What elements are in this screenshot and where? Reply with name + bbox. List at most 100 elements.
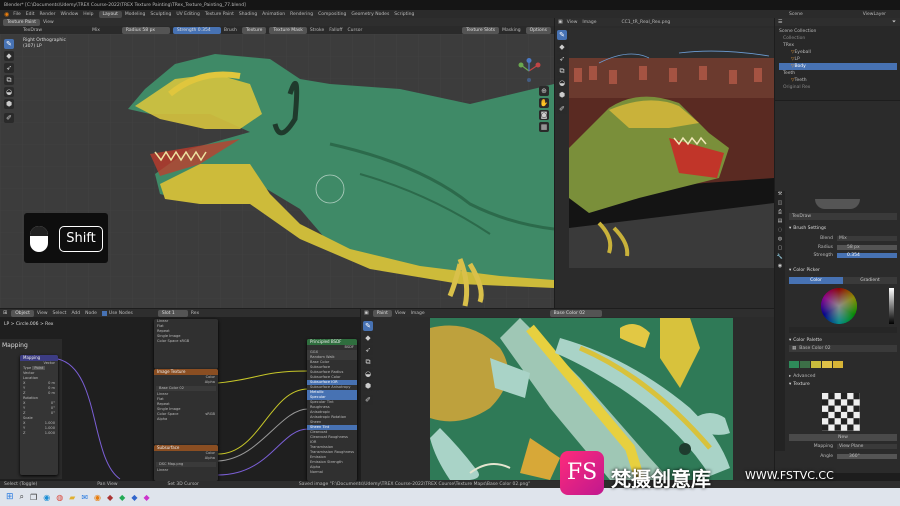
tab-texture-paint[interactable]: Texture Paint <box>205 12 234 17</box>
tab-geometry-nodes[interactable]: Geometry Nodes <box>351 12 389 17</box>
value-slider[interactable] <box>889 288 894 324</box>
app-icon[interactable]: ◆ <box>143 493 149 502</box>
viewport-3d[interactable]: Texture Paint View TexDraw Mix Radius 58… <box>0 18 554 308</box>
app-icon[interactable]: ◆ <box>107 493 113 502</box>
image-clone-icon[interactable]: ⧉ <box>557 66 567 76</box>
image-texture-node-base[interactable]: Image Texture Color Alpha Base Color 02 … <box>154 369 218 445</box>
image-texture-node-subsurface[interactable]: Subsurface Color Alpha DSC Map.png Linea… <box>154 445 218 481</box>
tab-sculpting[interactable]: Sculpting <box>150 12 171 17</box>
outliner-item-lp[interactable]: ▽ LP <box>779 56 897 63</box>
bsdf-input[interactable]: Normal <box>307 470 357 475</box>
uv-image-menu[interactable]: Image <box>411 311 425 316</box>
tab-uv-editing[interactable]: UV Editing <box>176 12 199 17</box>
app-icon[interactable]: ◆ <box>131 493 137 502</box>
material-tab-icon[interactable]: ◉ <box>775 263 785 272</box>
texture-new-button[interactable]: New <box>789 434 897 441</box>
navigation-gizmo[interactable] <box>516 58 542 84</box>
swatch[interactable] <box>811 361 821 368</box>
view-layer[interactable]: ViewLayer <box>863 12 886 17</box>
menu-help[interactable]: Help <box>83 12 93 17</box>
image-file-name[interactable]: CC1_tR_Real_Rex.png <box>622 20 671 25</box>
uv-mode-select[interactable]: Paint <box>372 309 392 317</box>
outliner-item-body[interactable]: ▽ Body <box>779 63 897 70</box>
grid-icon[interactable]: ▦ <box>539 122 549 132</box>
trex-model[interactable] <box>0 34 554 308</box>
swatch[interactable] <box>789 361 799 368</box>
draw-tool-icon[interactable]: ✎ <box>4 39 14 49</box>
uv-clone-icon[interactable]: ⧉ <box>363 357 373 367</box>
image-smear-icon[interactable]: ➶ <box>557 54 567 64</box>
brush-preview[interactable] <box>815 199 860 209</box>
image-node-file[interactable]: Base Color 02 <box>156 386 216 391</box>
texture-slots-menu[interactable]: Texture Slots <box>462 26 500 34</box>
blend-dropdown[interactable]: Mix <box>837 236 897 241</box>
cursor-menu[interactable]: Cursor <box>348 28 363 33</box>
texture-menu[interactable]: Texture <box>241 26 267 34</box>
tab-shading[interactable]: Shading <box>239 12 257 17</box>
texture-panel[interactable]: ▾ Texture <box>789 381 897 388</box>
camera-icon[interactable]: ◙ <box>539 110 549 120</box>
tab-modeling[interactable]: Modeling <box>125 12 145 17</box>
uv-draw-tool-icon[interactable]: ✎ <box>363 321 373 331</box>
outliner-item-collection[interactable]: Collection <box>779 35 897 42</box>
uv-editor-type-icon[interactable]: ▣ <box>364 310 369 316</box>
texture-preview[interactable] <box>822 393 860 431</box>
advanced-panel[interactable]: ▸ Advanced <box>789 373 897 380</box>
view-layer-tab-icon[interactable]: ▤ <box>775 218 785 227</box>
principled-bsdf-node[interactable]: Principled BSDF BSDF GGX Random Walk Bas… <box>307 339 357 481</box>
brush-selector[interactable]: TexDraw <box>789 213 897 220</box>
image-fill-icon[interactable]: ◒ <box>557 78 567 88</box>
world-tab-icon[interactable]: ◍ <box>775 236 785 245</box>
frame-node[interactable]: Linear Flat Repeat Single Image Color Sp… <box>154 319 218 369</box>
scene-tab-icon[interactable]: ◌ <box>775 227 785 236</box>
tab-layout[interactable]: Layout <box>98 10 122 18</box>
stroke-menu[interactable]: Stroke <box>310 28 324 33</box>
modifier-tab-icon[interactable]: 🔧 <box>775 254 785 263</box>
outliner-item-teeth[interactable]: Teeth <box>779 70 897 77</box>
output-tab-icon[interactable]: ⎙ <box>775 209 785 218</box>
soften-tool-icon[interactable]: ◆ <box>4 51 14 61</box>
brush-name[interactable]: TexDraw <box>23 28 42 33</box>
prop-radius-field[interactable]: 58 px <box>837 245 897 250</box>
menu-window[interactable]: Window <box>61 12 79 17</box>
uv-mask-icon[interactable]: ⬢ <box>363 381 373 391</box>
uv-smear-icon[interactable]: ➶ <box>363 345 373 355</box>
image-draw-tool-icon[interactable]: ✎ <box>557 30 567 40</box>
swatch[interactable] <box>800 361 810 368</box>
menu-render[interactable]: Render <box>40 12 56 17</box>
texture-mask-menu[interactable]: Texture Mask <box>269 26 307 34</box>
image-view-menu[interactable]: View <box>567 20 578 25</box>
viewport-view-menu[interactable]: View <box>43 20 54 25</box>
tab-scripting[interactable]: Scripting <box>394 12 414 17</box>
outliner-item-trex[interactable]: TRex <box>779 42 897 49</box>
edge-icon[interactable]: ◉ <box>43 493 50 502</box>
uv-view-menu[interactable]: View <box>395 311 406 316</box>
menu-file[interactable]: File <box>13 12 21 17</box>
brush-settings-panel[interactable]: ▾ Brush Settings <box>789 225 897 232</box>
masking-menu[interactable]: Masking <box>502 28 521 33</box>
color-picker-panel[interactable]: ▾ Color Picker <box>789 267 897 274</box>
mode-select[interactable]: Texture Paint <box>3 18 41 26</box>
mail-icon[interactable]: ✉ <box>81 493 88 502</box>
brush-menu[interactable]: Brush <box>224 28 237 33</box>
tab-rendering[interactable]: Rendering <box>290 12 313 17</box>
tab-compositing[interactable]: Compositing <box>318 12 346 17</box>
radius-field[interactable]: Radius 58 px <box>121 26 170 34</box>
blender-task-icon[interactable]: ◉ <box>94 493 101 502</box>
blend-mode[interactable]: Mix <box>92 28 100 33</box>
app-icon[interactable]: ◆ <box>119 493 125 502</box>
color-wheel[interactable] <box>821 288 857 324</box>
color-palette-panel[interactable]: ▾ Color Palette <box>789 337 897 344</box>
scene-name[interactable]: Scene <box>789 12 803 17</box>
chrome-icon[interactable]: ◍ <box>56 493 63 502</box>
tab-animation[interactable]: Animation <box>262 12 285 17</box>
pan-hand-icon[interactable]: ✋ <box>539 98 549 108</box>
outliner-item-teeth-mesh[interactable]: ▽ Teeth <box>779 77 897 84</box>
zoom-icon[interactable]: ⊕ <box>539 86 549 96</box>
task-view-icon[interactable]: ❐ <box>30 493 37 502</box>
subsurface-file[interactable]: DSC Map.png <box>156 462 216 467</box>
image-image-menu[interactable]: Image <box>582 20 596 25</box>
outliner-item-original-rex[interactable]: Original Rex <box>779 84 897 91</box>
editor-type-icon[interactable]: ▣ <box>558 19 563 25</box>
annotate-tool-icon[interactable]: ✐ <box>4 113 14 123</box>
